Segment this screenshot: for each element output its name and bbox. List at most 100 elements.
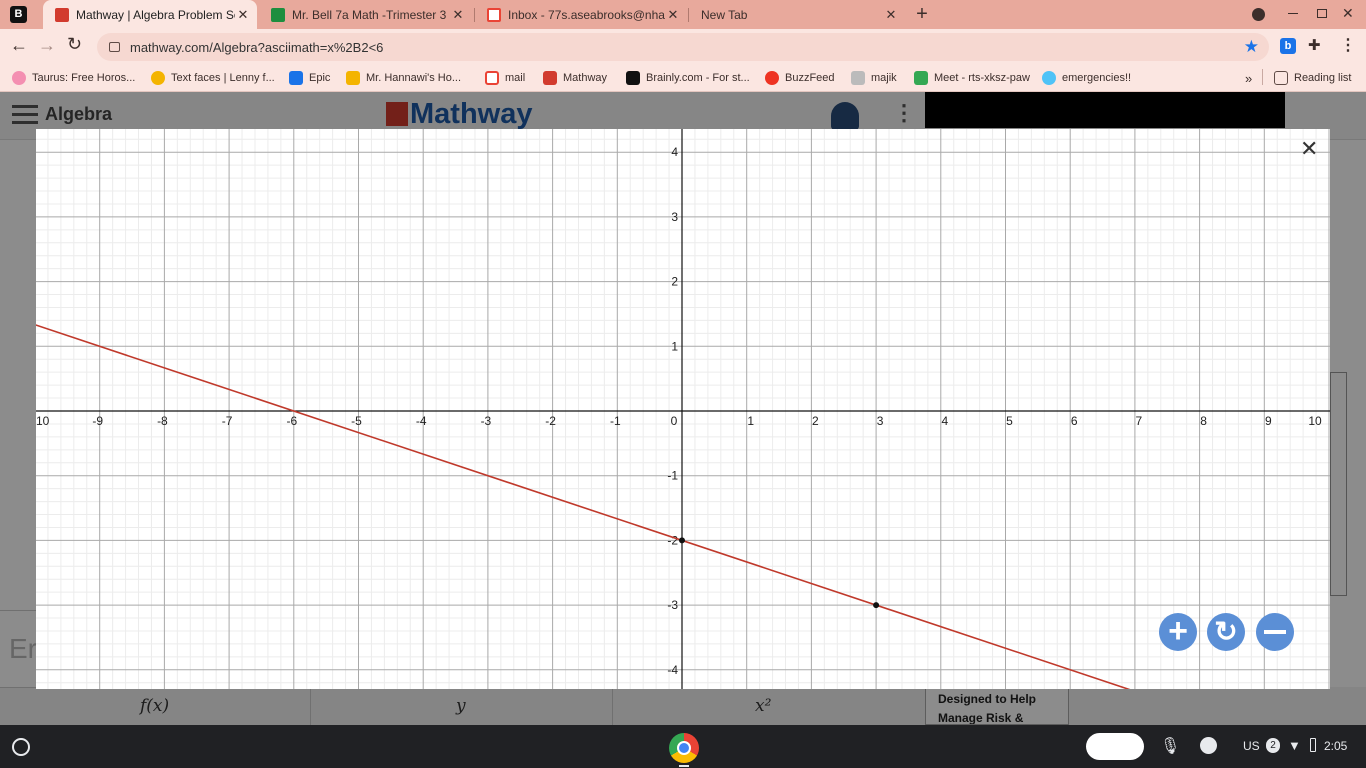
tab-title: New Tab [701,7,748,22]
tote-icon[interactable] [1086,733,1144,760]
graph-point [873,602,880,609]
restore-icon[interactable] [1317,9,1327,18]
zoom-in-button[interactable]: + [1159,613,1197,651]
bookmark-label: Epic [309,72,331,84]
x-tick-label: -6 [286,414,297,428]
accessibility-icon[interactable] [1200,737,1217,754]
x-tick-label: 3 [877,414,884,428]
bookmark-label: Taurus: Free Horos... [32,72,136,84]
more-bookmarks-chevron-icon[interactable]: » [1245,69,1252,87]
y-tick-label: 3 [671,210,678,224]
bookmark-item[interactable]: emergencies!! [1042,69,1131,87]
back-arrow-icon[interactable]: ← [10,35,28,56]
brainly-icon [626,71,640,85]
tab-new-tab[interactable]: New Tab ✕ [689,0,905,29]
reading-list-label: Reading list [1294,72,1352,84]
close-tab-icon[interactable]: ✕ [665,7,681,23]
clock[interactable]: 2:05 [1324,739,1347,753]
gmail-icon [485,71,499,85]
extensions-puzzle-icon[interactable]: ✚ [1308,36,1321,54]
bookmark-label: majik [871,72,897,84]
close-modal-icon[interactable]: ✕ [1300,136,1318,162]
x-tick-label: 4 [941,414,948,428]
bookmark-label: BuzzFeed [785,72,835,84]
x-tick-label: -8 [157,414,168,428]
classroom-icon [346,71,360,85]
zoom-out-button[interactable] [1256,613,1294,651]
x-tick-label: 9 [1265,414,1272,428]
bookmarks-bar: Taurus: Free Horos... Text faces | Lenny… [0,64,1366,92]
bookmark-label: Text faces | Lenny f... [171,72,275,84]
x-tick-label: -2 [545,414,556,428]
y-tick-label: 2 [671,275,678,289]
active-app-indicator [679,765,689,767]
graph-modal: 10 -9 -8 -7 -6 -5 -4 -3 -2 -1 0 1 2 3 4 5 6 7 8 9 10 4 3 2 1 -1 -2… [36,129,1330,689]
x-tick-label: 10 [36,414,50,428]
bookmark-label: mail [505,72,526,84]
wifi-icon[interactable]: ▼ [1288,738,1301,753]
site-info-icon[interactable] [109,42,120,52]
new-tab-plus-icon[interactable]: + [912,4,932,24]
close-tab-icon[interactable]: ✕ [235,7,251,23]
reading-list-icon [1274,71,1288,85]
reset-view-button[interactable]: ↻ [1207,613,1245,651]
x-tick-label: 1 [747,414,754,428]
reading-list-button[interactable]: Reading list [1274,69,1351,87]
bookmark-item[interactable]: mail [485,69,525,87]
x-tick-label: 6 [1071,414,1078,428]
mathway-icon [543,71,557,85]
close-window-icon[interactable]: ✕ [1342,5,1354,22]
x-tick-label: -3 [481,414,492,428]
smiley-face-icon [151,71,165,85]
x-tick-label: 10 [1308,414,1322,428]
tab-title: Mathway | Algebra Problem Solv [76,7,235,22]
tab-search-icon[interactable] [1252,8,1265,21]
y-tick-label: -4 [667,663,678,677]
bookmark-item[interactable]: Brainly.com - For st... [626,69,750,87]
keyboard-layout[interactable]: US [1243,739,1260,753]
taurus-icon [12,71,26,85]
notification-count[interactable]: 2 [1266,738,1280,753]
bookmark-item[interactable]: majik [851,69,897,87]
x-tick-label: -1 [610,414,621,428]
bookmark-item[interactable]: Epic [289,69,330,87]
launcher-icon[interactable] [12,738,30,756]
x-tick-label: 2 [812,414,819,428]
battery-icon[interactable] [1310,738,1316,752]
tab-mathway[interactable]: Mathway | Algebra Problem Solv ✕ [43,0,257,29]
browser-menu-icon[interactable]: ⋮ [1340,35,1356,55]
bookmark-item[interactable]: Taurus: Free Horos... [12,69,135,87]
forward-arrow-icon[interactable]: → [38,35,56,56]
url-text[interactable]: mathway.com/Algebra?asciimath=x%2B2<6 [130,40,383,55]
tab-gmail[interactable]: Inbox - 77s.aseabrooks@nhasch ✕ [475,0,687,29]
close-tab-icon[interactable]: ✕ [883,7,899,23]
x-tick-label: 0 [671,414,678,428]
bookmark-item[interactable]: Mathway [543,69,607,87]
x-tick-label: 8 [1200,414,1207,428]
bookmark-item[interactable]: Mr. Hannawi's Ho... [346,69,461,87]
bookmark-item[interactable]: Text faces | Lenny f... [151,69,275,87]
chrome-icon[interactable] [669,733,699,763]
y-tick-label: -1 [667,469,678,483]
brainly-extension-icon[interactable]: B [10,6,27,23]
graph-canvas[interactable]: 10 -9 -8 -7 -6 -5 -4 -3 -2 -1 0 1 2 3 4 5 6 7 8 9 104321-1-2… [36,129,1330,689]
browser-toolbar: ← → ↻ mathway.com/Algebra?asciimath=x%2B… [0,29,1366,64]
bookmark-star-icon[interactable]: ★ [1244,37,1259,57]
extension-b-icon[interactable]: b [1280,38,1296,54]
bookmark-label: Mathway [563,72,608,84]
tab-classroom[interactable]: Mr. Bell 7a Math -Trimester 3 77 ✕ [259,0,472,29]
epic-icon [289,71,303,85]
minimize-icon[interactable] [1288,13,1298,14]
buzzfeed-icon [765,71,779,85]
address-bar[interactable]: mathway.com/Algebra?asciimath=x%2B2<6 ★ [97,33,1269,61]
bookmark-item[interactable]: BuzzFeed [765,69,835,87]
tab-title: Mr. Bell 7a Math -Trimester 3 77 [292,7,450,22]
bookmark-item[interactable]: Meet - rts-xksz-paw [914,69,1030,87]
microphone-icon[interactable]: 🎙 [1160,736,1180,756]
close-tab-icon[interactable]: ✕ [450,7,466,23]
bookmark-divider [1262,69,1263,85]
gmail-icon [487,7,501,22]
os-shelf: 🎙 US 2 ▼ 2:05 [0,725,1366,768]
bookmark-label: Brainly.com - For st... [646,72,750,84]
reload-icon[interactable]: ↻ [67,34,82,55]
